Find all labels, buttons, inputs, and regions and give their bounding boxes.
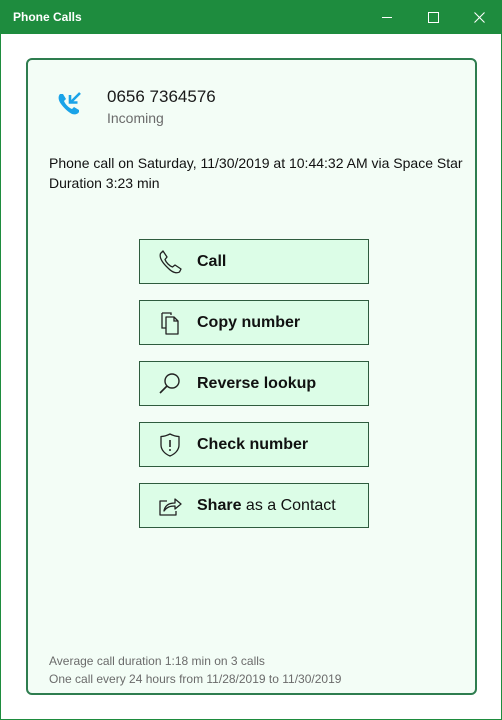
call-details-card: 0656 7364576 Incoming Phone call on Satu… [26,58,477,695]
app-window: Phone Calls 0656 7364576 Incoming Phone … [0,0,502,720]
search-icon [157,371,183,397]
check-number-button-label: Check number [197,435,309,453]
share-contact-button-label: Share as a Contact [197,496,336,514]
reverse-lookup-button[interactable]: Reverse lookup [139,361,369,406]
check-number-button[interactable]: Check number [139,422,369,467]
minimize-icon [381,17,392,18]
call-statistics: Average call duration 1:18 min on 3 call… [49,652,341,688]
window-title: Phone Calls [13,10,82,24]
share-icon [157,493,183,519]
shield-icon [157,432,183,458]
incoming-call-icon [58,92,81,115]
call-type: Incoming [107,110,164,126]
phone-number: 0656 7364576 [107,87,216,106]
average-duration-text: Average call duration 1:18 min on 3 call… [49,654,265,668]
call-duration-text: Duration 3:23 min [49,175,160,191]
close-icon [473,12,485,23]
close-button[interactable] [456,1,502,34]
maximize-button[interactable] [410,1,456,34]
title-bar[interactable]: Phone Calls [1,1,501,34]
call-date-text: Phone call on Saturday, 11/30/2019 at 10… [49,155,463,171]
share-contact-button[interactable]: Share as a Contact [139,483,369,528]
call-button-label: Call [197,252,227,270]
minimize-button[interactable] [364,1,410,34]
call-frequency-text: One call every 24 hours from 11/28/2019 … [49,672,342,686]
reverse-lookup-button-label: Reverse lookup [197,374,317,392]
copy-number-button-label: Copy number [197,313,301,331]
maximize-icon [427,12,439,23]
copy-icon [157,310,183,336]
phone-icon [157,249,183,275]
call-button[interactable]: Call [139,239,369,284]
call-details: Phone call on Saturday, 11/30/2019 at 10… [49,153,469,193]
copy-number-button[interactable]: Copy number [139,300,369,345]
